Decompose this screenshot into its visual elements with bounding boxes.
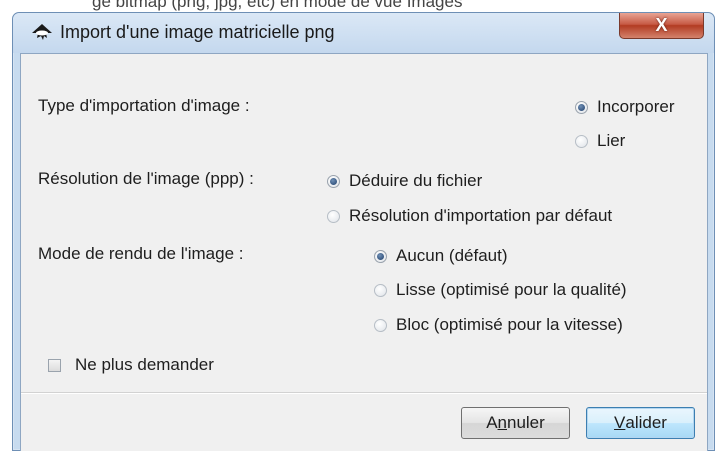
radio-render-block-label: Bloc (optimisé pour la vitesse)	[396, 315, 623, 334]
resolution-label: Résolution de l'image (ppp) :	[38, 169, 254, 188]
checkbox-icon	[48, 358, 61, 372]
import-type-label: Type d'importation d'image :	[38, 96, 250, 115]
radio-link[interactable]: Lier	[575, 131, 625, 151]
radio-render-smooth-label: Lisse (optimisé pour la qualité)	[396, 280, 627, 299]
cancel-button[interactable]: An nuler	[461, 407, 570, 439]
dont-ask-checkbox[interactable]: Ne plus demander	[48, 355, 214, 375]
radio-unchecked-icon	[374, 283, 387, 297]
radio-render-block[interactable]: Bloc (optimisé pour la vitesse)	[374, 315, 623, 335]
ok-button[interactable]: Valider	[586, 407, 695, 439]
radio-render-none[interactable]: Aucun (défaut)	[374, 246, 508, 266]
radio-default-resolution[interactable]: Résolution d'importation par défaut	[327, 206, 612, 226]
close-button[interactable]: X	[619, 13, 704, 39]
radio-embed[interactable]: Incorporer	[575, 97, 674, 117]
title-bar[interactable]: Import d'une image matricielle png X	[13, 13, 714, 53]
radio-link-label: Lier	[597, 131, 626, 150]
background-text: ge bitmap (png, jpg, etc) en mode de vue…	[92, 0, 463, 11]
radio-render-none-label: Aucun (défaut)	[396, 246, 508, 265]
radio-checked-icon	[374, 249, 387, 263]
radio-unchecked-icon	[327, 209, 340, 223]
radio-from-file[interactable]: Déduire du fichier	[327, 171, 482, 191]
radio-checked-icon	[327, 174, 340, 188]
import-dialog: Import d'une image matricielle png X Typ…	[12, 12, 715, 451]
dialog-client-area: Type d'importation d'image : Incorporer …	[20, 53, 708, 451]
close-icon: X	[655, 15, 668, 35]
window-title: Import d'une image matricielle png	[60, 22, 335, 42]
button-separator	[21, 392, 707, 394]
dont-ask-label: Ne plus demander	[75, 355, 214, 374]
radio-default-resolution-label: Résolution d'importation par défaut	[349, 206, 613, 225]
radio-from-file-label: Déduire du fichier	[349, 171, 483, 190]
inkscape-app-icon	[32, 24, 52, 40]
radio-unchecked-icon	[374, 318, 387, 332]
radio-embed-label: Incorporer	[597, 97, 675, 116]
render-mode-label: Mode de rendu de l'image :	[38, 244, 244, 263]
radio-unchecked-icon	[575, 134, 588, 148]
radio-checked-icon	[575, 100, 588, 114]
radio-render-smooth[interactable]: Lisse (optimisé pour la qualité)	[374, 280, 627, 300]
